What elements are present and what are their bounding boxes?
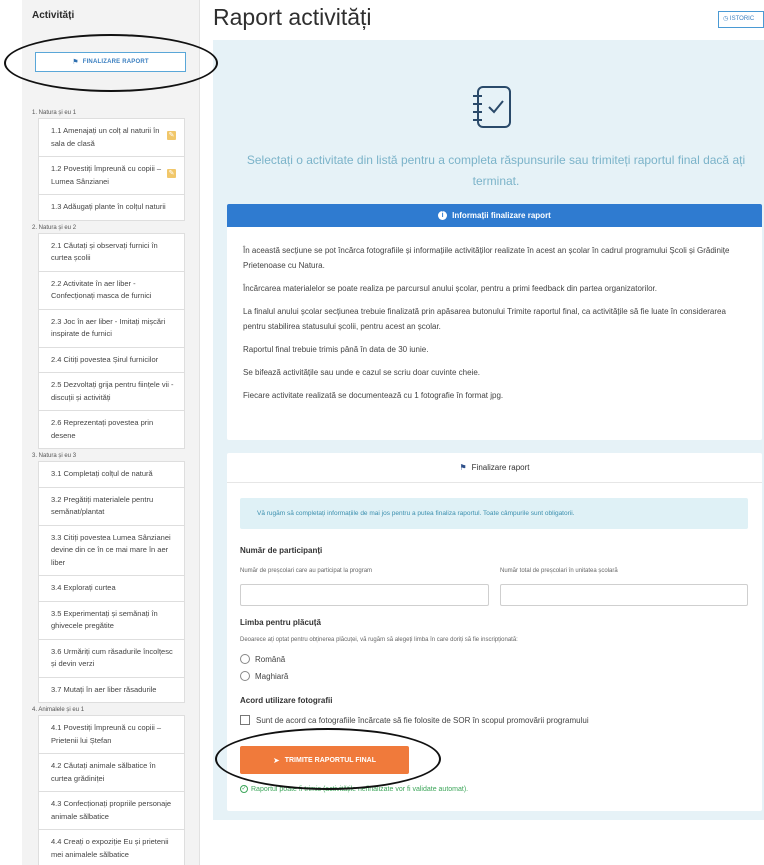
finalize-report-button[interactable]: ⚑ FINALIZARE RAPORT (35, 52, 186, 72)
activity-item[interactable]: 4.2 Căutați animale sălbatice în curtea … (38, 754, 185, 792)
finalize-card-title: Finalizare raport (471, 463, 530, 472)
activity-item[interactable]: 2.3 Joc în aer liber - Imitați mișcări i… (38, 309, 185, 348)
activity-item[interactable]: 2.1 Căutați și observați furnici în curt… (38, 232, 185, 272)
total-children-label: Număr total de preșcolari în unitatea șc… (500, 568, 618, 574)
radio-label: Maghiară (255, 671, 289, 681)
activity-item[interactable]: 3.2 Pregătiți materialele pentru semănat… (38, 487, 185, 526)
activity-item[interactable]: 4.1 Povestiți împreună cu copiii – Priet… (38, 715, 185, 754)
submit-final-report-button[interactable]: ➤ TRIMITE RAPORTUL FINAL (240, 746, 409, 774)
status-text: Raportul poate fi trimis (activitățile n… (251, 785, 469, 793)
activity-item[interactable]: 3.3 Citiți povestea Lumea Sânzianei devi… (38, 525, 185, 576)
info-card-header: i Informații finalizare raport (227, 204, 762, 227)
info-paragraph: Încărcarea materialelor se poate realiza… (243, 284, 658, 293)
activity-item[interactable]: 2.5 Dezvoltați grija pentru ființele vii… (38, 373, 185, 411)
clipboard-check-icon (473, 86, 511, 128)
info-paragraph: Se bifează activitățile sau unde e cazul… (243, 368, 481, 377)
info-paragraph: Raportul final trebuie trimis până în da… (243, 345, 429, 354)
language-title: Limba pentru plăcuță (240, 618, 321, 627)
paper-plane-icon: ➤ (273, 755, 280, 765)
page-title: Raport activități (213, 4, 372, 30)
section-header: 2. Natura și eu 2 (32, 224, 77, 231)
participants-title: Număr de participanți (240, 546, 323, 555)
total-children-input[interactable] (500, 584, 748, 606)
activity-item[interactable]: 1.1 Amenajați un colț al naturii în sala… (38, 118, 185, 157)
activity-item[interactable]: 3.5 Experimentați și semănați în ghivece… (38, 601, 185, 640)
activity-item[interactable]: 4.3 Confecționați propriile personaje an… (38, 792, 185, 830)
activity-item[interactable]: 2.2 Activitate în aer liber - Confecțion… (38, 271, 185, 310)
history-label: ISTORIC (729, 16, 755, 22)
submit-label: TRIMITE RAPORTUL FINAL (284, 756, 376, 764)
history-icon: ◷ (723, 16, 729, 22)
sidebar-title: Activități (32, 10, 75, 21)
language-description: Deoarece ați optat pentru obținerea plăc… (240, 637, 518, 643)
activity-item[interactable]: 1.3 Adăugați plante în colțul naturii (38, 195, 185, 221)
section-header: 4. Animalele și eu 1 (32, 707, 85, 713)
activity-item[interactable]: 3.1 Completați colțul de natură (38, 461, 185, 488)
photos-consent-label: Sunt de acord ca fotografiile încărcate … (256, 715, 589, 725)
participants-input[interactable] (240, 584, 489, 606)
edit-icon: ✎ (167, 169, 176, 178)
info-card-title: Informații finalizare raport (452, 211, 551, 220)
finalize-card: ⚑ Finalizare raport Vă rugăm să completa… (227, 453, 762, 811)
section-header: 3. Natura și eu 3 (32, 453, 77, 459)
radio-label: Română (255, 654, 286, 664)
info-paragraph: La finalul anului școlar secțiunea trebu… (243, 307, 726, 331)
radio-hungarian[interactable]: Maghiară (240, 671, 288, 681)
radio-circle[interactable] (240, 654, 250, 664)
sidebar: Activități ⚑ FINALIZARE RAPORT 1. Natura… (22, 0, 200, 865)
status-message: ✓ Raportul poate fi trimis (activitățile… (240, 785, 468, 793)
finalize-card-header: ⚑ Finalizare raport (227, 453, 762, 483)
info-icon: i (438, 211, 448, 220)
checkbox[interactable] (240, 715, 250, 725)
radio-romanian[interactable]: Română (240, 654, 285, 664)
activity-item[interactable]: 4.4 Creați o expoziție Eu și prietenii m… (38, 830, 185, 865)
activity-item[interactable]: 2.6 Reprezentați povestea prin desene (38, 411, 185, 449)
activity-item[interactable]: 2.4 Citiți povestea Șirul furnicilor (38, 347, 185, 373)
info-paragraph: Fiecare activitate realizată se document… (243, 391, 504, 400)
photos-consent-title: Acord utilizare fotografii (240, 696, 333, 705)
finalize-report-label: FINALIZARE RAPORT (82, 59, 149, 65)
activity-item[interactable]: 3.6 Urmăriți cum răsadurile încolțesc și… (38, 639, 185, 678)
participants-label: Număr de preșcolari care au participat l… (240, 568, 373, 574)
activity-item[interactable]: 1.2 Povestiți împreună cu copiii – Lumea… (38, 157, 185, 195)
flag-icon: ⚑ (459, 463, 467, 472)
info-card: i Informații finalizare raport În aceast… (227, 204, 762, 440)
photos-consent-checkbox[interactable]: Sunt de acord ca fotografiile încărcate … (240, 715, 589, 725)
info-paragraph: În această secțiune se pot încărca fotog… (243, 246, 730, 270)
flag-icon: ⚑ (72, 59, 79, 66)
radio-circle[interactable] (240, 671, 250, 681)
edit-icon: ✎ (167, 131, 176, 140)
history-button[interactable]: ◷ ISTORIC (718, 11, 764, 28)
info-alert: Vă rugăm să completați informațiile de m… (240, 498, 748, 529)
check-circle-icon: ✓ (240, 785, 248, 793)
intro-text: Selectați o activitate din listă pentru … (246, 153, 746, 188)
section-header: 1. Natura și eu 1 (32, 110, 77, 116)
activity-item[interactable]: 3.7 Mutați în aer liber răsadurile (38, 677, 185, 703)
activity-item[interactable]: 3.4 Explorați curtea (38, 576, 185, 602)
